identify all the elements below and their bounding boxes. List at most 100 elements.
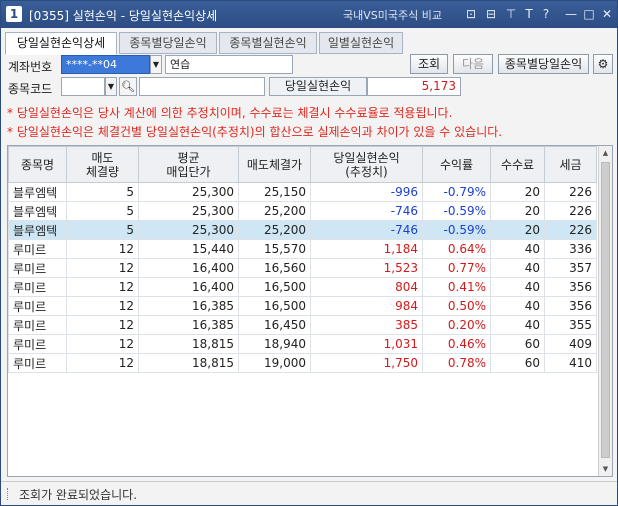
table-row[interactable]: 블루엠텍 5 25,300 25,200 -746 -0.59% 20 226 [8,220,597,240]
pnl-table: 종목명 매도 체결량 평균 매입단가 매도체결가 당일실현손익 (추정치) 수익률 수수료 세금 블… [8,146,597,373]
table-row[interactable]: 루미르 12 16,400 16,560 1,523 0.77% 40 357 [8,258,597,278]
status-bar: 조회가 완료되었습니다. [1,481,617,505]
compare-link[interactable]: 국내VS미국주식 비교 [343,7,442,23]
cell-avg: 18,815 [138,353,239,373]
column-header-label: 종목명 [20,157,55,172]
stock-code-input[interactable] [61,77,105,96]
cell-qty: 5 [66,182,139,202]
cell-tax: 336 [544,239,597,259]
cell-rate: 0.78% [422,353,491,373]
table-row[interactable]: 루미르 12 16,400 16,500 804 0.41% 40 356 [8,277,597,297]
chevron-down-icon[interactable]: ▼ [105,77,117,96]
column-header-label: 당일실현손익 [333,150,400,165]
copy-icon[interactable]: ⊟ [483,6,499,22]
app-number-icon[interactable]: 1 [6,6,22,22]
account-number-field[interactable]: ****-**04 [61,55,150,74]
cell-name: 루미르 [8,315,67,335]
tab-daily-by-stock[interactable]: 종목별당일손익 [119,32,217,54]
cell-sell: 25,150 [238,182,311,202]
cell-avg: 16,400 [138,258,239,278]
text-size-icon[interactable]: T [521,6,537,22]
cell-rate: -0.59% [422,220,491,240]
column-header[interactable]: 매도체결가 [238,146,311,183]
account-name-field: 연습 [165,55,293,74]
cell-name: 루미르 [8,296,67,316]
search-button[interactable]: 조회 [410,54,448,74]
cell-sell: 25,200 [238,201,311,221]
cell-tax: 226 [544,182,597,202]
table-row[interactable]: 루미르 12 16,385 16,450 385 0.20% 40 355 [8,315,597,335]
column-header-label: 평균 [177,150,200,165]
column-header[interactable]: 세금 [544,146,597,183]
minimize-icon[interactable]: — [563,6,579,22]
pin-icon[interactable]: ⊤ [503,6,519,22]
magnifier-icon[interactable]: 🔍︎ [119,77,137,96]
link-icon[interactable]: ⊡ [463,6,479,22]
tab-daily-realized[interactable]: 일별실현손익 [319,32,403,54]
cell-rate: -0.79% [422,182,491,202]
cell-sell: 16,500 [238,277,311,297]
tab-realized-by-stock[interactable]: 종목별실현손익 [219,32,317,54]
stock-name-field [139,77,265,96]
table-row[interactable]: 루미르 12 16,385 16,500 984 0.50% 40 356 [8,296,597,316]
scroll-thumb[interactable] [601,162,610,458]
cell-qty: 5 [66,220,139,240]
cell-name: 블루엠텍 [8,182,67,202]
column-header[interactable]: 수익률 [422,146,491,183]
cell-pnl: -996 [310,182,423,202]
cell-rate: 0.46% [422,334,491,354]
cell-sell: 16,450 [238,315,311,335]
cell-tax: 356 [544,296,597,316]
daily-pnl-label: 당일실현손익 [269,77,367,96]
cell-rate: 0.20% [422,315,491,335]
cell-fee: 40 [490,296,545,316]
column-header-label: 수익률 [439,157,474,172]
table-row[interactable]: 블루엠텍 5 25,300 25,150 -996 -0.79% 20 226 [8,182,597,202]
cell-tax: 226 [544,220,597,240]
cell-fee: 40 [490,258,545,278]
cell-avg: 16,400 [138,277,239,297]
cell-sell: 16,500 [238,296,311,316]
cell-fee: 40 [490,239,545,259]
cell-name: 블루엠텍 [8,220,67,240]
grip-icon [7,488,10,500]
by-stock-pnl-button[interactable]: 종목별당일손익 [498,54,589,74]
column-header[interactable]: 당일실현손익 (추정치) [310,146,423,183]
maximize-icon[interactable]: □ [581,6,597,22]
cell-pnl: 804 [310,277,423,297]
cell-tax: 355 [544,315,597,335]
column-header[interactable]: 평균 매입단가 [138,146,239,183]
cell-pnl: 1,184 [310,239,423,259]
column-header[interactable]: 매도 체결량 [66,146,139,183]
cell-pnl: 385 [310,315,423,335]
cell-qty: 12 [66,258,139,278]
table-row[interactable]: 블루엠텍 5 25,300 25,200 -746 -0.59% 20 226 [8,201,597,221]
table-row[interactable]: 루미르 12 18,815 19,000 1,750 0.78% 60 410 [8,353,597,373]
column-header[interactable]: 종목명 [8,146,67,183]
table-row[interactable]: 루미르 12 15,440 15,570 1,184 0.64% 40 336 [8,239,597,259]
table-header-row: 종목명 매도 체결량 평균 매입단가 매도체결가 당일실현손익 (추정치) 수익률 수수료 세금 [8,146,597,183]
cell-rate: 0.77% [422,258,491,278]
cell-sell: 25,200 [238,220,311,240]
next-button[interactable]: 다음 [453,54,493,74]
tab-daily-realized-detail[interactable]: 당일실현손익상세 [5,32,117,55]
settings-icon[interactable]: ⚙ [593,54,613,74]
column-header-label: 매도 [91,150,114,165]
cell-sell: 19,000 [238,353,311,373]
window-title: [0355] 실현손익 - 당일실현손익상세 [29,9,218,23]
app-window: 1 [0355] 실현손익 - 당일실현손익상세 국내VS미국주식 비교 ⊡ ⊟… [0,0,618,506]
vertical-scrollbar[interactable]: ▲ ▼ [598,146,612,476]
scroll-up-icon[interactable]: ▲ [599,146,612,160]
chevron-down-icon[interactable]: ▼ [150,55,162,74]
help-icon[interactable]: ? [538,6,554,22]
table-row[interactable]: 루미르 12 18,815 18,940 1,031 0.46% 60 409 [8,334,597,354]
column-header[interactable]: 수수료 [490,146,545,183]
scroll-down-icon[interactable]: ▼ [599,462,612,476]
cell-avg: 18,815 [138,334,239,354]
cell-tax: 356 [544,277,597,297]
close-icon[interactable]: ✕ [599,6,615,22]
cell-fee: 20 [490,201,545,221]
cell-sell: 15,570 [238,239,311,259]
cell-name: 루미르 [8,277,67,297]
cell-name: 루미르 [8,353,67,373]
